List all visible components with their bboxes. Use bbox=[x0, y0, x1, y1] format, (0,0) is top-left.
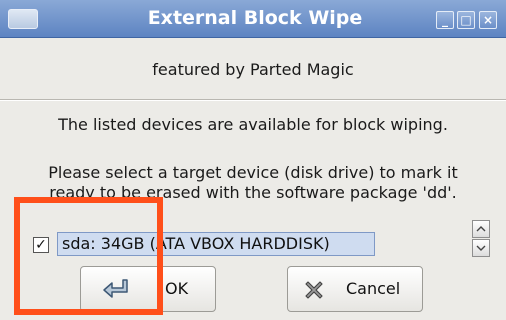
title-bar: External Block Wipe _ □ × bbox=[0, 0, 506, 38]
ok-label: OK bbox=[165, 279, 189, 298]
x-icon bbox=[305, 281, 323, 299]
scroll-up-button[interactable] bbox=[472, 220, 490, 238]
device-item[interactable]: sda: 34GB (ATA VBOX HARDDISK) bbox=[57, 232, 375, 256]
cancel-label: Cancel bbox=[346, 279, 401, 298]
chevron-down-icon bbox=[476, 245, 486, 251]
separator bbox=[0, 99, 506, 101]
device-checkbox[interactable]: ✓ bbox=[33, 237, 49, 253]
minimize-icon: _ bbox=[442, 13, 448, 27]
maximize-icon: □ bbox=[460, 13, 472, 27]
ok-button[interactable]: OK bbox=[80, 266, 216, 312]
window-menu-icon[interactable] bbox=[8, 9, 38, 29]
instruction-line-1: Please select a target device (disk driv… bbox=[48, 163, 458, 182]
chevron-up-icon bbox=[476, 226, 486, 232]
maximize-button[interactable]: □ bbox=[457, 11, 475, 29]
close-icon: × bbox=[482, 13, 494, 27]
subtitle-text: featured by Parted Magic bbox=[152, 60, 354, 79]
minimize-button[interactable]: _ bbox=[436, 11, 454, 29]
window-title: External Block Wipe bbox=[147, 7, 363, 29]
scroll-down-button[interactable] bbox=[472, 239, 490, 257]
instruction-line-2: ready to be erased with the software pac… bbox=[49, 183, 457, 202]
info-text: The listed devices are available for blo… bbox=[58, 115, 448, 134]
close-button[interactable]: × bbox=[479, 11, 497, 29]
cancel-button[interactable]: Cancel bbox=[287, 266, 423, 312]
enter-arrow-icon bbox=[103, 279, 128, 298]
